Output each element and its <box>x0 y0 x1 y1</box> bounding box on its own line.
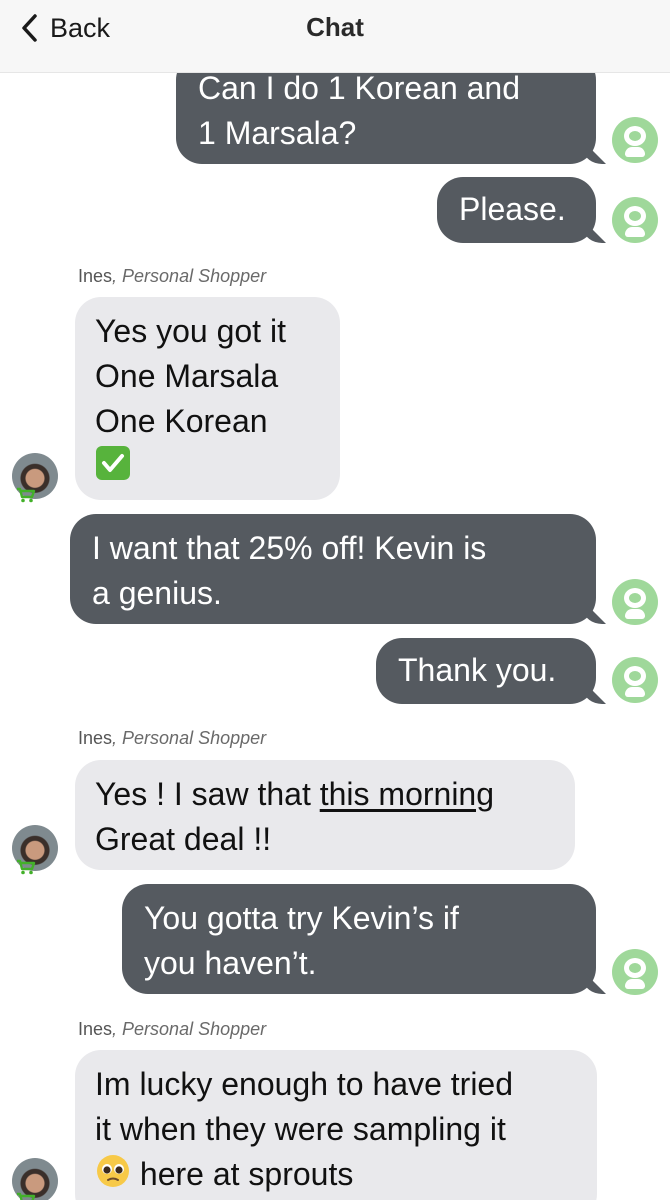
pleading-face-icon <box>95 1153 131 1200</box>
shopper-avatar[interactable] <box>12 1158 60 1200</box>
sender-label: Ines, Personal Shopper <box>78 728 266 749</box>
message-line: Yes you got it <box>95 313 286 349</box>
message-link[interactable]: this morning <box>320 776 494 812</box>
message-line: a genius. <box>92 575 222 611</box>
outgoing-message[interactable]: I want that 25% off! Kevin is a genius. <box>70 514 596 624</box>
sender-name: Ines <box>78 266 113 286</box>
sender-label: Ines, Personal Shopper <box>78 266 266 287</box>
incoming-message[interactable]: Yes you got it One Marsala One Korean <box>75 297 340 500</box>
message-line: I want that 25% off! Kevin is <box>92 530 487 566</box>
shopper-avatar[interactable] <box>12 453 60 503</box>
message-line: you haven’t. <box>144 945 317 981</box>
message-text: Yes ! I saw that <box>95 776 320 812</box>
sender-label: Ines, Personal Shopper <box>78 1019 266 1040</box>
sender-role: , Personal Shopper <box>112 1019 267 1039</box>
outgoing-message[interactable]: Thank you. <box>376 638 596 704</box>
chat-screen: Back Chat Can I do 1 Korean and 1 Marsal… <box>0 0 670 1200</box>
page-title: Chat <box>306 12 364 42</box>
sender-name: Ines <box>78 728 113 748</box>
incoming-message[interactable]: Yes ! I saw that this morning Great deal… <box>75 760 575 870</box>
message-line: 1 Marsala? <box>198 115 357 151</box>
message-line: Please. <box>459 191 566 227</box>
check-mark-icon <box>95 445 131 493</box>
message-text: here at sprouts <box>131 1156 354 1192</box>
user-avatar-icon[interactable] <box>612 579 658 625</box>
message-line: it when they were sampling it <box>95 1111 506 1147</box>
user-avatar-icon[interactable] <box>612 657 658 703</box>
sender-name: Ines <box>78 1019 113 1039</box>
message-line: One Korean <box>95 403 268 439</box>
user-avatar-icon[interactable] <box>612 949 658 995</box>
message-line: You gotta try Kevin’s if <box>144 900 459 936</box>
cart-icon <box>16 859 36 880</box>
user-avatar-icon[interactable] <box>612 197 658 243</box>
incoming-message[interactable]: Im lucky enough to have tried it when th… <box>75 1050 597 1200</box>
outgoing-message[interactable]: You gotta try Kevin’s if you haven’t. <box>122 884 596 994</box>
outgoing-message[interactable]: Please. <box>437 177 596 243</box>
shopper-avatar[interactable] <box>12 825 60 875</box>
message-line: Im lucky enough to have tried <box>95 1066 514 1102</box>
message-line: Great deal !! <box>95 821 272 857</box>
nav-bar: Back Chat <box>0 0 670 73</box>
sender-role: , Personal Shopper <box>112 728 267 748</box>
message-line: One Marsala <box>95 358 279 394</box>
cart-icon <box>16 1192 36 1200</box>
user-avatar-icon[interactable] <box>612 117 658 163</box>
cart-icon <box>16 487 36 508</box>
sender-role: , Personal Shopper <box>112 266 267 286</box>
message-line: Thank you. <box>398 652 557 688</box>
